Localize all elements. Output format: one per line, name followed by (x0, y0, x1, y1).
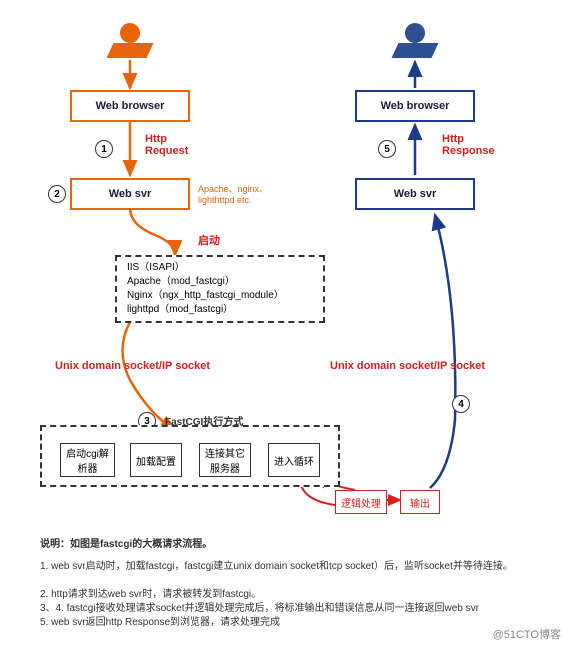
http-request-label: Http Request (145, 133, 188, 157)
note-label: 说明：如图是fastcgi的大概请求流程。 (40, 538, 212, 552)
foot-1: 1. web svr启动时，加载fastcgi，fastcgi建立unix do… (40, 560, 530, 574)
foot-2: 2. http请求到达web svr时，请求被转发到fastcgi。 (40, 588, 530, 602)
fastcgi-step2: 加载配置 (130, 443, 182, 477)
step-1: 1 (95, 140, 113, 158)
step-5: 5 (378, 140, 396, 158)
fastcgi-step3: 连接其它服务器 (199, 443, 251, 477)
watermark: @51CTO博客 (493, 626, 561, 642)
user-icon-right (390, 18, 440, 58)
foot-4: 5. web svr返回http Response到浏览器，请求处理完成 (40, 616, 530, 630)
svr-note: Apache、nginx、 lighthttpd etc. (198, 182, 268, 205)
startup-label: 启动 (198, 232, 220, 248)
fastcgi-logic: 逻辑处理 (335, 490, 387, 514)
right-websvr: Web svr (355, 178, 475, 210)
left-browser: Web browser (70, 90, 190, 122)
fastcgi-step1: 启动cgi解析器 (60, 443, 115, 477)
fastcgi-step4: 进入循环 (268, 443, 320, 477)
step-2: 2 (48, 185, 66, 203)
left-websvr: Web svr (70, 178, 190, 210)
http-response-label: Http Response (442, 133, 495, 157)
fastcgi-output: 输出 (400, 490, 440, 514)
right-browser: Web browser (355, 90, 475, 122)
modules-box: IIS（ISAPI） Apache（mod_fastcgi） Nginx（ngx… (115, 255, 325, 323)
foot-3: 3、4. fastcgi接收处理请求socket并逻辑处理完成后，将标准输出和错… (40, 602, 530, 616)
fastcgi-title: FastCGI执行方式 (165, 413, 243, 428)
step-4: 4 (452, 395, 470, 413)
user-icon-left (105, 18, 155, 58)
socket-left-label: Unix domain socket/IP socket (55, 360, 210, 372)
socket-right-label: Unix domain socket/IP socket (330, 360, 485, 372)
